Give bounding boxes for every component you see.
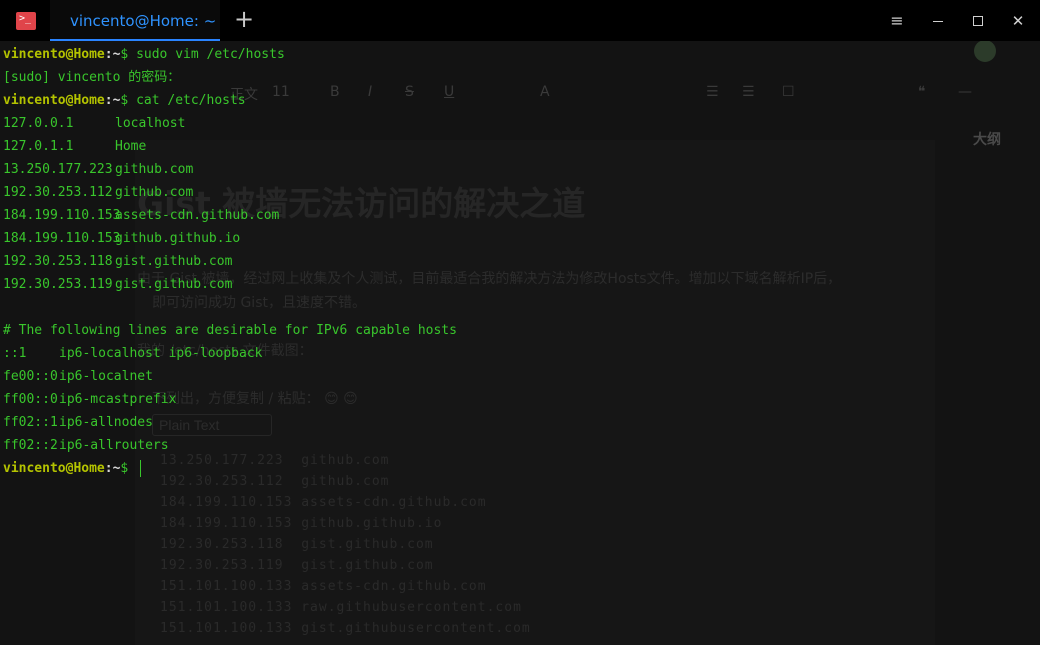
hosts-entry: 192.30.253.112 github.com bbox=[3, 181, 1033, 204]
hosts-entry: ff00::0ip6-mcastprefix bbox=[3, 388, 1033, 411]
active-tab-indicator bbox=[50, 39, 220, 41]
tab-label: vincento@Home: ~ bbox=[70, 12, 217, 30]
host-ip: 192.30.253.119 bbox=[3, 277, 113, 292]
terminal-app-icon[interactable]: >_ bbox=[16, 12, 36, 30]
code-line: 184.199.110.153 assets-cdn.github.com bbox=[160, 495, 487, 510]
prompt-user: vincento@Home bbox=[3, 47, 105, 62]
hosts-entry: fe00::0ip6-localnet bbox=[3, 365, 1033, 388]
host-name: ip6-allnodes bbox=[59, 415, 153, 430]
command-text: sudo vim /etc/hosts bbox=[136, 47, 285, 62]
hosts-entry: ::1 ip6-localhost ip6-loopback bbox=[3, 342, 1033, 365]
hosts-entry: 127.0.1.1 Home bbox=[3, 135, 1033, 158]
host-name: github.github.io bbox=[115, 231, 241, 246]
host-ip: 184.199.110.153 bbox=[3, 208, 121, 223]
host-ip: 13.250.177.223 bbox=[3, 162, 113, 177]
hosts-entry: ff02::1ip6-allnodes bbox=[3, 411, 1033, 434]
host-name: localhost bbox=[115, 116, 186, 131]
host-name: ip6-mcastprefix bbox=[59, 392, 177, 407]
command-text: cat /etc/hosts bbox=[136, 93, 246, 108]
prompt-path: :~ bbox=[104, 47, 121, 62]
host-ip: ::1 bbox=[3, 346, 27, 361]
host-ip: 192.30.253.118 bbox=[3, 254, 113, 269]
code-line: 192.30.253.118 gist.github.com bbox=[160, 537, 434, 552]
hosts-entry: 192.30.253.118 gist.github.com bbox=[3, 250, 1033, 273]
host-ip: 192.30.253.112 bbox=[3, 185, 113, 200]
code-line: 192.30.253.119 gist.github.com bbox=[160, 558, 434, 573]
host-ip: ff02::2 bbox=[3, 438, 58, 453]
prompt-path: :~ bbox=[104, 461, 121, 476]
host-ip: ff00::0 bbox=[3, 392, 58, 407]
hosts-entry: 184.199.110.153github.github.io bbox=[3, 227, 1033, 250]
prompt-path: :~ bbox=[104, 93, 121, 108]
hosts-entry: 184.199.110.153assets-cdn.github.com bbox=[3, 204, 1033, 227]
host-name: Home bbox=[115, 139, 147, 154]
code-line: 184.199.110.153 github.github.io bbox=[160, 516, 443, 531]
host-name: ip6-localnet bbox=[59, 369, 153, 384]
code-line: 151.101.100.133 raw.githubusercontent.co… bbox=[160, 600, 522, 615]
hosts-entry: ff02::2ip6-allrouters bbox=[3, 434, 1033, 457]
maximize-icon[interactable] bbox=[968, 11, 988, 31]
hosts-entry: 13.250.177.223 github.com bbox=[3, 158, 1033, 181]
close-icon[interactable]: ✕ bbox=[1008, 11, 1028, 31]
text-cursor bbox=[140, 460, 142, 477]
prompt-symbol: $ bbox=[120, 461, 137, 476]
title-bar: >_ vincento@Home: ~ + ≡ ✕ bbox=[0, 0, 1040, 41]
code-line: 151.101.100.133 assets-cdn.github.com bbox=[160, 579, 487, 594]
terminal-output[interactable]: vincento@Home:~$ sudo vim /etc/hosts [su… bbox=[3, 43, 1033, 480]
menu-icon[interactable]: ≡ bbox=[887, 11, 907, 31]
host-ip: ff02::1 bbox=[3, 415, 58, 430]
host-name: github.com bbox=[115, 185, 194, 200]
minimize-icon[interactable] bbox=[928, 11, 948, 31]
terminal-input-line[interactable]: vincento@Home:~$ bbox=[3, 457, 1033, 480]
prompt-symbol: $ bbox=[120, 93, 137, 108]
host-ip: fe00::0 bbox=[3, 369, 58, 384]
host-name: assets-cdn.github.com bbox=[115, 208, 280, 223]
host-name: ip6-allrouters bbox=[59, 438, 169, 453]
new-tab-button[interactable]: + bbox=[234, 7, 254, 31]
host-ip: 127.0.1.1 bbox=[3, 139, 74, 154]
host-name: ip6-localhost ip6-loopback bbox=[59, 346, 263, 361]
terminal-line: vincento@Home:~$ cat /etc/hosts bbox=[3, 89, 1033, 112]
prompt-symbol: $ bbox=[120, 47, 137, 62]
hosts-entry: 127.0.0.1 localhost bbox=[3, 112, 1033, 135]
hosts-comment: # The following lines are desirable for … bbox=[3, 323, 457, 338]
sudo-password-prompt: [sudo] vincento 的密码： bbox=[3, 70, 181, 85]
tab-terminal[interactable]: vincento@Home: ~ bbox=[50, 0, 220, 41]
host-name: gist.github.com bbox=[115, 277, 233, 292]
host-name: gist.github.com bbox=[115, 254, 233, 269]
hosts-entry: 192.30.253.119 gist.github.com bbox=[3, 273, 1033, 296]
host-ip: 127.0.0.1 bbox=[3, 116, 74, 131]
code-line: 151.101.100.133 gist.githubusercontent.c… bbox=[160, 621, 531, 636]
prompt-user: vincento@Home bbox=[3, 93, 105, 108]
host-name: github.com bbox=[115, 162, 194, 177]
prompt-user: vincento@Home bbox=[3, 461, 105, 476]
terminal-line: vincento@Home:~$ sudo vim /etc/hosts bbox=[3, 43, 1033, 66]
host-ip: 184.199.110.153 bbox=[3, 231, 121, 246]
